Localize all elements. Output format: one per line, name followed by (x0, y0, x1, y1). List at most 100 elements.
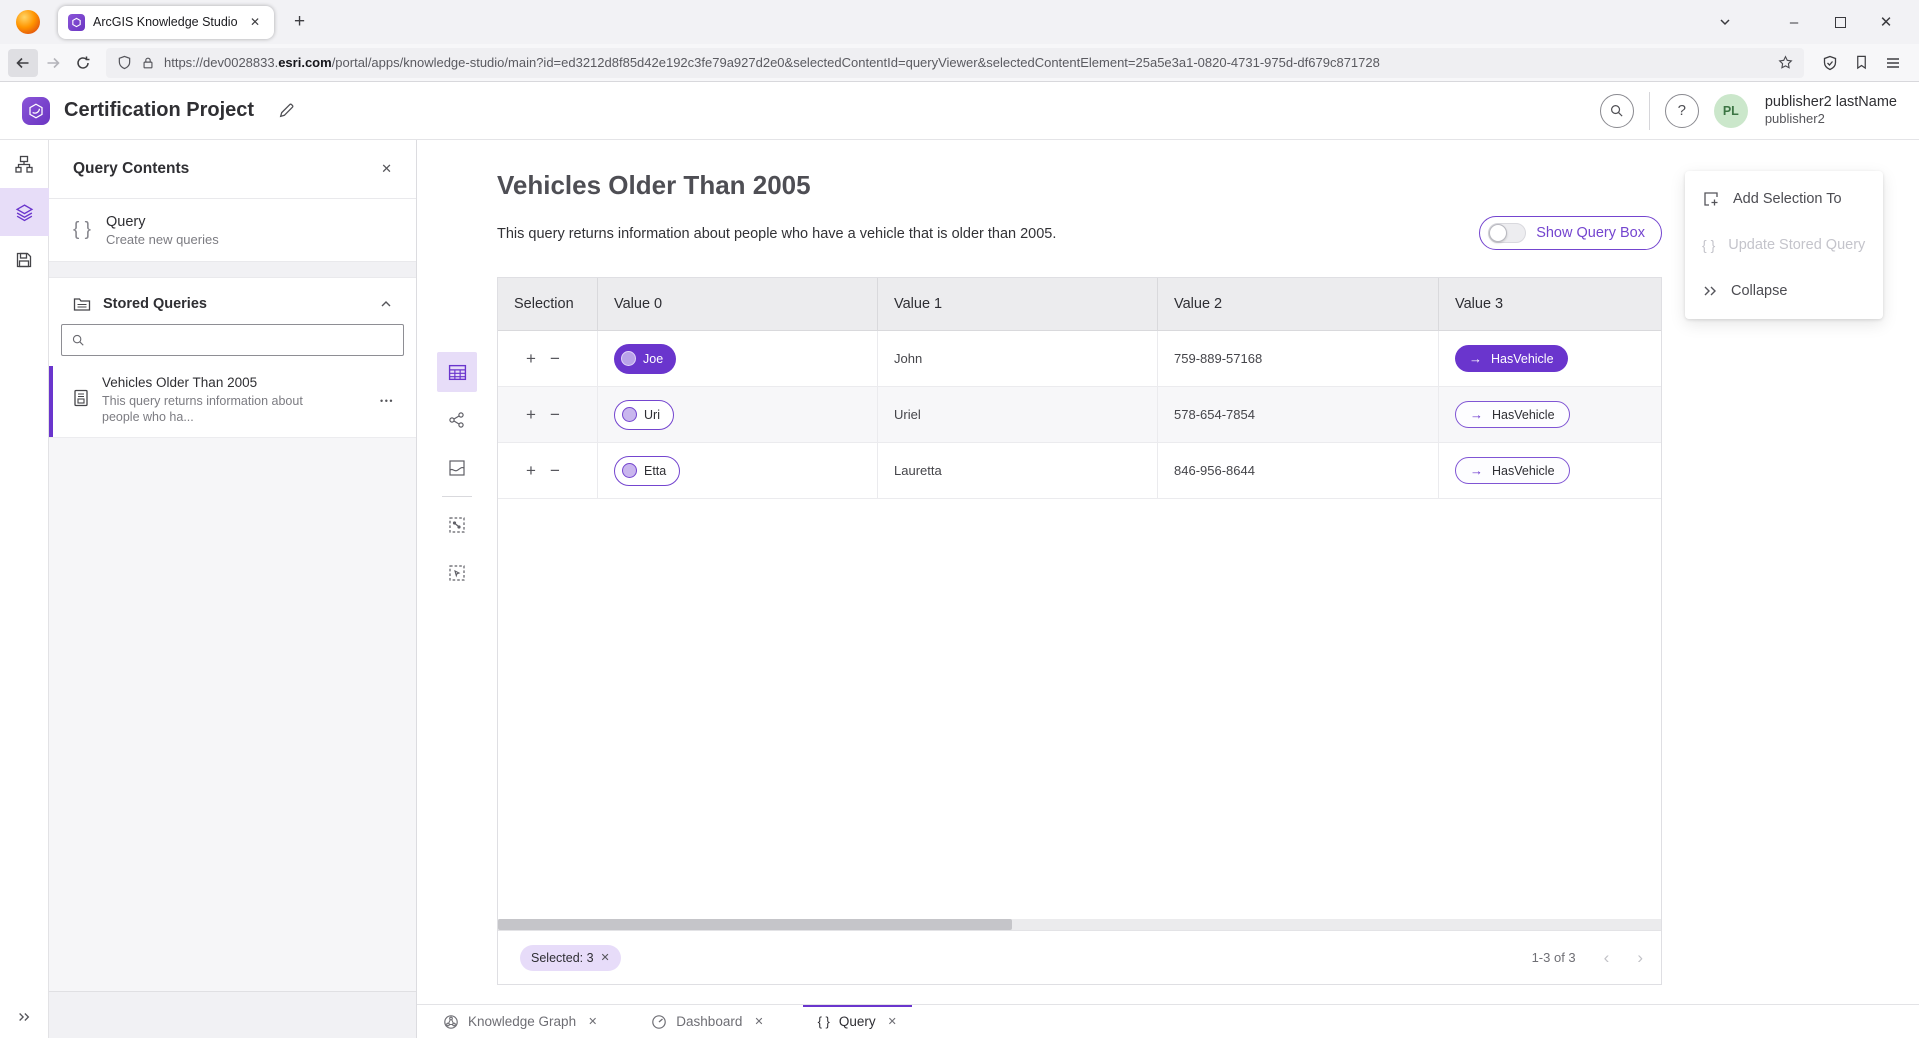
show-query-box-toggle[interactable]: Show Query Box (1479, 216, 1662, 250)
forward-button[interactable] (38, 49, 68, 77)
list-tabs-chevron-icon[interactable] (1719, 16, 1731, 28)
scrollbar-thumb[interactable] (498, 919, 1012, 930)
tracking-protection-shield-icon[interactable] (117, 55, 132, 70)
minimize-button[interactable]: – (1771, 0, 1817, 44)
view-toolbar (437, 352, 477, 601)
pocket-shield-icon[interactable] (1822, 55, 1838, 71)
remove-from-selection-icon[interactable]: − (550, 350, 560, 367)
maximize-icon (1835, 17, 1846, 28)
app-header: Certification Project ? PL publisher2 la… (0, 82, 1919, 140)
url-text[interactable]: https://dev0028833.esri.com/portal/apps/… (164, 55, 1769, 70)
lock-icon[interactable] (141, 56, 155, 70)
add-to-selection-icon[interactable]: + (526, 406, 536, 423)
relationship-pill[interactable]: →HasVehicle (1455, 401, 1570, 428)
table-header-row: Selection Value 0 Value 1 Value 2 Value … (498, 278, 1661, 331)
tab-close-icon[interactable]: ✕ (588, 1015, 597, 1028)
panel-empty-area (49, 437, 416, 991)
new-tab-button[interactable]: + (288, 11, 311, 33)
stored-queries-search-input[interactable] (92, 333, 394, 348)
sidebar-item-data-model[interactable] (0, 140, 49, 188)
collapse-double-chevron-icon (1702, 283, 1718, 299)
column-header-value1: Value 1 (878, 278, 1158, 330)
entity-pill[interactable]: Uri (614, 400, 674, 430)
dashboard-gauge-icon (651, 1014, 667, 1030)
stored-query-description: This query returns information about peo… (102, 393, 310, 425)
url-bar[interactable]: https://dev0028833.esri.com/portal/apps/… (106, 48, 1804, 78)
window-close-button[interactable]: ✕ (1863, 0, 1909, 44)
header-divider (1649, 92, 1650, 130)
tab-close-icon[interactable]: ✕ (888, 1015, 897, 1028)
collapse-chevron-up-icon[interactable] (380, 298, 392, 310)
stored-query-title: Vehicles Older Than 2005 (102, 375, 310, 390)
sidebar-item-save[interactable] (0, 236, 49, 284)
horizontal-scrollbar[interactable] (498, 919, 1661, 930)
tab-title: ArcGIS Knowledge Studio (93, 15, 238, 29)
entity-pill[interactable]: Joe (614, 344, 676, 374)
knowledge-studio-logo (22, 97, 50, 125)
bookmarks-library-icon[interactable] (1854, 55, 1869, 70)
cell-value1: John (878, 331, 1158, 386)
menu-item-add-selection-to[interactable]: Add Selection To (1685, 176, 1883, 222)
add-to-selection-icon[interactable]: + (526, 350, 536, 367)
tab-close-icon[interactable]: ✕ (754, 1015, 763, 1028)
entity-dot-icon (622, 463, 637, 478)
select-graph-button[interactable] (437, 505, 477, 545)
tab-knowledge-graph[interactable]: Knowledge Graph ✕ (428, 1005, 612, 1038)
project-title: Certification Project (64, 99, 254, 122)
toggle-switch[interactable] (1488, 223, 1526, 243)
arrow-right-icon: → (1470, 463, 1483, 478)
add-to-selection-icon[interactable]: + (526, 462, 536, 479)
stored-query-doc-icon (72, 389, 90, 425)
remove-from-selection-icon[interactable]: − (550, 406, 560, 423)
firefox-icon[interactable] (16, 10, 40, 34)
braces-icon: { } (818, 1014, 830, 1029)
selection-box-button[interactable] (437, 553, 477, 593)
selected-indicator-bar (49, 366, 53, 437)
cell-value1: Uriel (878, 387, 1158, 442)
menu-item-collapse[interactable]: Collapse (1685, 268, 1883, 314)
previous-page-icon[interactable]: ‹ (1604, 949, 1610, 966)
expand-rail-button[interactable] (0, 996, 48, 1038)
help-button[interactable]: ? (1665, 94, 1699, 128)
sidebar-item-contents-layers[interactable] (0, 188, 49, 236)
browser-tab-bar: ArcGIS Knowledge Studio ✕ + – ✕ (0, 0, 1919, 44)
stored-query-item[interactable]: Vehicles Older Than 2005 This query retu… (49, 366, 416, 437)
browser-tab[interactable]: ArcGIS Knowledge Studio ✕ (58, 6, 274, 39)
user-username: publisher2 (1765, 111, 1897, 127)
tab-query[interactable]: { } Query ✕ (803, 1005, 912, 1038)
tab-dashboard[interactable]: Dashboard ✕ (636, 1005, 778, 1038)
query-viewer-main: Vehicles Older Than 2005 This query retu… (417, 140, 1919, 1004)
table-row: +− Joe John 759-889-57168 →HasVehicle (498, 331, 1661, 387)
new-query-item[interactable]: { } Query Create new queries (49, 199, 416, 262)
relationship-pill[interactable]: →HasVehicle (1455, 345, 1568, 372)
map-view-button[interactable] (437, 448, 477, 488)
panel-close-icon[interactable]: ✕ (381, 161, 392, 177)
reload-button[interactable] (68, 49, 98, 77)
remove-from-selection-icon[interactable]: − (550, 462, 560, 479)
edit-pencil-icon[interactable] (278, 102, 295, 119)
url-path: /portal/apps/knowledge-studio/main?id=ed… (332, 55, 1380, 70)
stored-queries-title: Stored Queries (103, 296, 368, 312)
bookmark-star-icon[interactable] (1778, 55, 1793, 70)
panel-title: Query Contents (73, 160, 189, 178)
table-view-button[interactable] (437, 352, 477, 392)
link-chart-view-button[interactable] (437, 400, 477, 440)
relationship-pill[interactable]: →HasVehicle (1455, 457, 1570, 484)
user-avatar[interactable]: PL (1714, 94, 1748, 128)
query-item-title: Query (106, 214, 219, 230)
next-page-icon[interactable]: › (1637, 949, 1643, 966)
menu-hamburger-icon[interactable] (1885, 55, 1901, 71)
tab-close-icon[interactable]: ✕ (246, 13, 264, 31)
more-options-ellipsis-icon[interactable]: ••• (380, 396, 394, 406)
back-button[interactable] (8, 49, 38, 77)
clear-selection-icon[interactable]: ✕ (601, 951, 610, 964)
column-header-value0: Value 0 (598, 278, 878, 330)
column-header-selection: Selection (498, 278, 598, 330)
toggle-knob (1489, 224, 1507, 242)
entity-dot-icon (621, 351, 636, 366)
search-button[interactable] (1600, 94, 1634, 128)
entity-pill[interactable]: Etta (614, 456, 680, 486)
cell-value1: Lauretta (878, 443, 1158, 498)
maximize-button[interactable] (1817, 0, 1863, 44)
browser-nav-bar: https://dev0028833.esri.com/portal/apps/… (0, 44, 1919, 82)
